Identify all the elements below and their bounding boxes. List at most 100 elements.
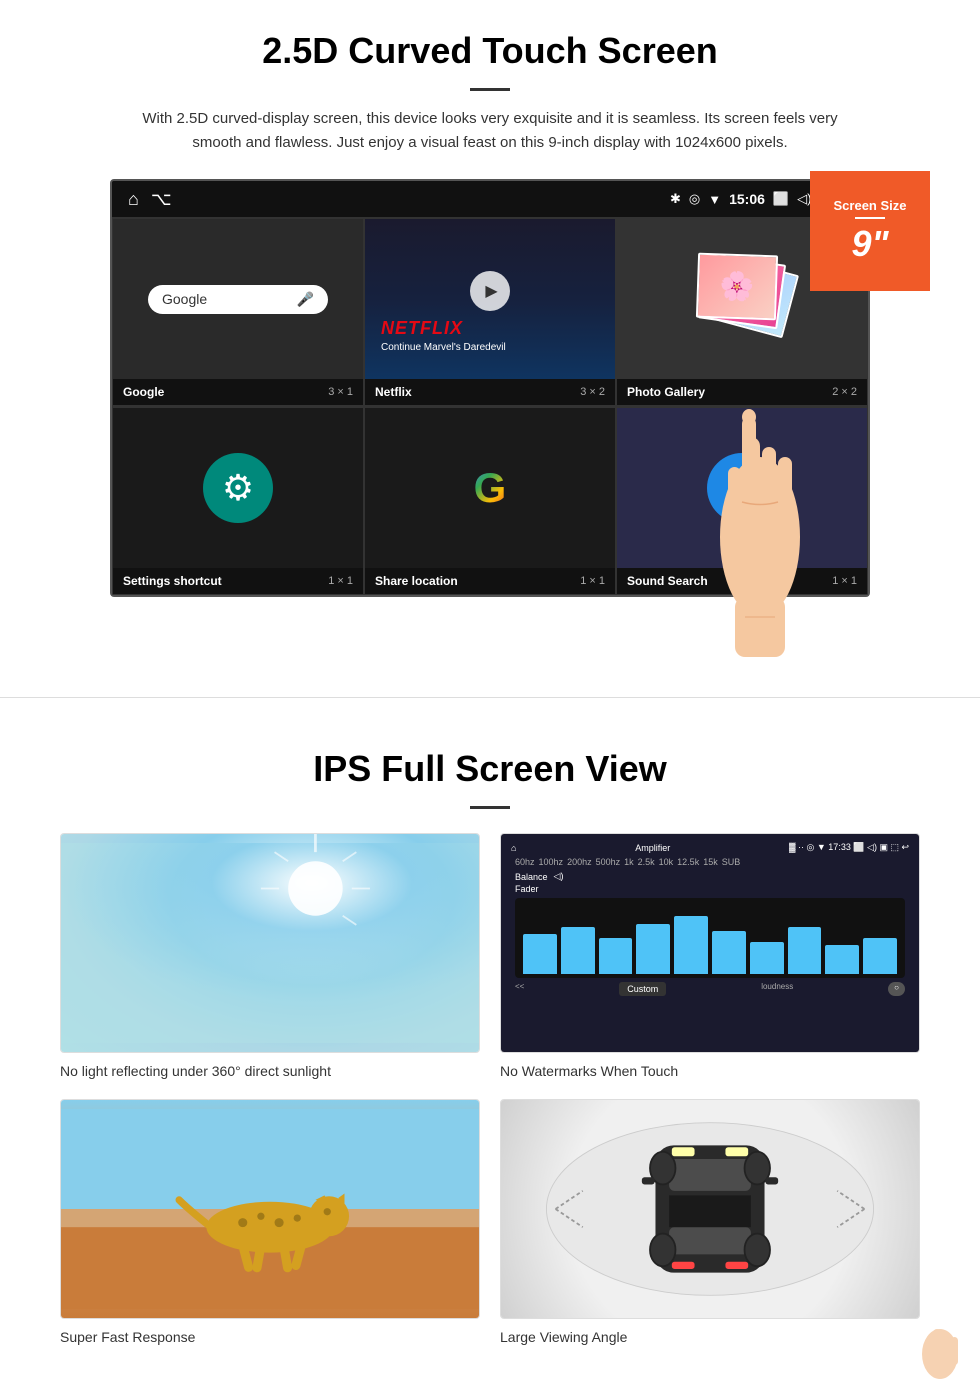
app-cell-netflix[interactable]: NETFLIX Continue Marvel's Daredevil Netf… (364, 218, 616, 406)
sound-grid-size: 1 × 1 (832, 575, 857, 587)
settings-icon-bg: ⚙ (203, 453, 273, 523)
eq-freq-2k5: 2.5k (638, 857, 655, 867)
photo-grid-size: 2 × 2 (832, 386, 857, 398)
car-image (500, 1099, 920, 1319)
location-icon: ◎ (689, 191, 700, 207)
section1-title: 2.5D Curved Touch Screen (60, 30, 920, 72)
settings-grid-size: 1 × 1 (328, 575, 353, 587)
eq-freq-12k5: 12.5k (677, 857, 699, 867)
photo-label-row: Photo Gallery 2 × 2 (617, 379, 867, 405)
eq-bar-10 (863, 938, 897, 974)
eq-freq-15k: 15k (703, 857, 718, 867)
photo-stack: 🌸 (682, 249, 802, 349)
section2-divider (470, 806, 510, 809)
sound-label-row: Sound Search 1 × 1 (617, 568, 867, 594)
netflix-subtitle: Continue Marvel's Daredevil (381, 342, 506, 353)
app-cell-sound[interactable]: ♪ Sound Search 1 × 1 (616, 407, 868, 595)
eq-freq-100: 100hz (539, 857, 564, 867)
netflix-grid-size: 3 × 2 (580, 386, 605, 398)
eq-left-arrows: << (515, 982, 524, 996)
eq-bar-6 (712, 931, 746, 974)
image-item-cheetah: Super Fast Response (60, 1099, 480, 1345)
eq-freq-sub: SUB (722, 857, 741, 867)
cheetah-caption: Super Fast Response (60, 1329, 480, 1345)
wifi-icon: ▼ (708, 192, 721, 207)
google-inner: Google 🎤 (113, 219, 363, 379)
sound-app-name: Sound Search (627, 574, 708, 588)
equalizer-image: ⌂ Amplifier ▓ ·· ◎ ▼ 17:33 ⬜ ◁) ▣ ⬚ ↩ 60… (500, 833, 920, 1053)
bluetooth-icon: ✱ (670, 191, 681, 207)
eq-status-bar: ⌂ Amplifier ▓ ·· ◎ ▼ 17:33 ⬜ ◁) ▣ ⬚ ↩ (507, 840, 913, 855)
badge-label: Screen Size (834, 198, 907, 213)
photo-app-name: Photo Gallery (627, 385, 705, 399)
maps-app-content: G (365, 408, 615, 568)
flower-emoji: 🌸 (719, 269, 755, 303)
android-screen: ⌂ ⌥ ✱ ◎ ▼ 15:06 ⬜ ◁) ▣ ⬚ (110, 179, 870, 597)
netflix-label-row: Netflix 3 × 2 (365, 379, 615, 405)
sunlight-bg (61, 834, 479, 1052)
eq-freq-500: 500hz (596, 857, 621, 867)
google-app-name: Google (123, 385, 164, 399)
eq-bar-2 (561, 927, 595, 974)
google-search-bar[interactable]: Google 🎤 (148, 285, 328, 314)
camera-icon: ⬜ (773, 191, 789, 207)
music-note-icon: ♪ (734, 469, 751, 508)
netflix-play-button[interactable] (470, 271, 510, 311)
sound-app-content: ♪ (617, 408, 867, 568)
netflix-app-name: Netflix (375, 385, 412, 399)
status-bar-left: ⌂ ⌥ (128, 189, 172, 210)
equalizer-caption: No Watermarks When Touch (500, 1063, 920, 1079)
eq-bar-3 (599, 938, 633, 974)
google-grid-size: 3 × 1 (328, 386, 353, 398)
eq-freq-200: 200hz (567, 857, 592, 867)
settings-inner: ⚙ (113, 408, 363, 568)
eq-title: Amplifier (635, 843, 670, 853)
eq-home-icon: ⌂ (511, 843, 516, 853)
netflix-logo: NETFLIX (381, 318, 463, 339)
sunlight-caption: No light reflecting under 360° direct su… (60, 1063, 480, 1079)
section-curved-touch: 2.5D Curved Touch Screen With 2.5D curve… (0, 0, 980, 617)
balance-icon: ◁) (554, 871, 564, 882)
maps-label-row: Share location 1 × 1 (365, 568, 615, 594)
google-logo-text: Google (162, 291, 207, 307)
sunlight-image (60, 833, 480, 1053)
image-item-car: Large Viewing Angle (500, 1099, 920, 1345)
cheetah-bg (61, 1100, 479, 1318)
settings-app-name: Settings shortcut (123, 574, 222, 588)
image-item-equalizer: ⌂ Amplifier ▓ ·· ◎ ▼ 17:33 ⬜ ◁) ▣ ⬚ ↩ 60… (500, 833, 920, 1079)
maps-icon: G (460, 458, 520, 518)
maps-inner: G (365, 408, 615, 568)
settings-app-content: ⚙ (113, 408, 363, 568)
eq-bar-7 (750, 942, 784, 974)
eq-toggle[interactable]: ○ (888, 982, 905, 996)
eq-screen: ⌂ Amplifier ▓ ·· ◎ ▼ 17:33 ⬜ ◁) ▣ ⬚ ↩ 60… (501, 834, 919, 1052)
badge-size: 9" (851, 223, 888, 265)
screen-size-badge: Screen Size 9" (810, 171, 930, 291)
car-caption: Large Viewing Angle (500, 1329, 920, 1345)
settings-label-row: Settings shortcut 1 × 1 (113, 568, 363, 594)
google-app-content: Google 🎤 (113, 219, 363, 379)
eq-time: ▓ ·· ◎ ▼ 17:33 ⬜ ◁) ▣ ⬚ ↩ (789, 842, 909, 853)
netflix-inner: NETFLIX Continue Marvel's Daredevil (365, 219, 615, 379)
image-grid: No light reflecting under 360° direct su… (60, 833, 920, 1345)
section-divider (0, 697, 980, 698)
section-ips: IPS Full Screen View (0, 728, 980, 1375)
home-icon: ⌂ (128, 189, 139, 210)
eq-bar-5 (674, 916, 708, 974)
section1-description: With 2.5D curved-display screen, this de… (140, 107, 840, 155)
app-cell-settings[interactable]: ⚙ Settings shortcut 1 × 1 (112, 407, 364, 595)
usb-icon: ⌥ (151, 189, 172, 210)
google-label-row: Google 3 × 1 (113, 379, 363, 405)
eq-freq-10k: 10k (659, 857, 674, 867)
eq-custom-btn[interactable]: Custom (619, 982, 666, 996)
cheetah-image (60, 1099, 480, 1319)
fader-label: Fader (515, 884, 539, 894)
eq-bar-4 (636, 924, 670, 974)
app-grid-row1: Google 🎤 Google 3 × 1 (112, 217, 868, 406)
eq-freq-60: 60hz (515, 857, 535, 867)
eq-bar-1 (523, 934, 557, 974)
app-cell-google[interactable]: Google 🎤 Google 3 × 1 (112, 218, 364, 406)
app-cell-maps[interactable]: G Share location 1 × 1 (364, 407, 616, 595)
eq-bar-9 (825, 945, 859, 974)
maps-app-name: Share location (375, 574, 458, 588)
